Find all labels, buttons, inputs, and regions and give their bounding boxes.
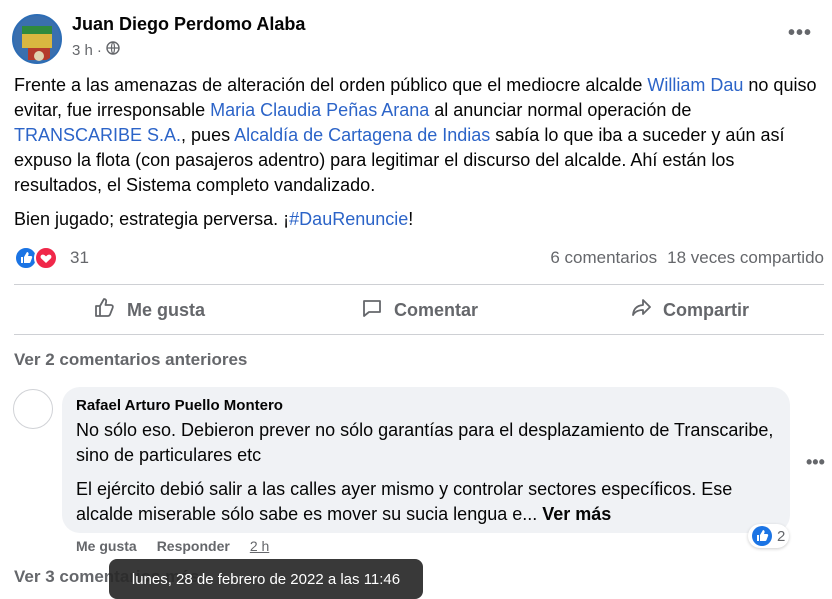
comment-label: Comentar	[393, 299, 478, 320]
view-previous-comments[interactable]: Ver 2 comentarios anteriores	[14, 350, 247, 370]
comment-author[interactable]: Rafael Arturo Puello Montero	[76, 397, 776, 414]
post-paragraph-2: Bien jugado; estrategia perversa. ¡#DauR…	[14, 207, 822, 232]
like-reaction-icon	[752, 526, 772, 546]
post-body: Frente a las amenazas de alteración del …	[14, 73, 822, 241]
comment-more-button[interactable]: •••	[806, 452, 825, 473]
post-text-segment: Frente a las amenazas de alteración del …	[14, 75, 648, 95]
divider	[14, 334, 824, 335]
mention-link[interactable]: Alcaldía de Cartagena de Indias	[234, 125, 490, 145]
comment-bubble: Rafael Arturo Puello Montero No sólo eso…	[62, 387, 790, 533]
post-actions: Me gusta Comentar Compartir	[14, 286, 824, 334]
mention-link[interactable]: William Dau	[647, 75, 743, 95]
post-meta: 3 h ·	[72, 41, 120, 59]
comment-icon	[360, 296, 384, 325]
post-text-segment: !	[408, 209, 414, 229]
comment-reactions[interactable]: 2	[748, 524, 790, 548]
post-time[interactable]: 3 h	[72, 42, 93, 59]
share-icon	[629, 296, 653, 325]
post-text-segment: al anunciar normal operación de	[429, 100, 692, 120]
post-header: Juan Diego Perdomo Alaba 3 h · •••	[12, 12, 824, 64]
timestamp-tooltip: lunes, 28 de febrero de 2022 a las 11:46	[109, 559, 423, 599]
comment-paragraph-2: El ejército debió salir a las calles aye…	[76, 477, 776, 527]
post-text-segment: Bien jugado; estrategia perversa. ¡	[14, 209, 290, 229]
share-button[interactable]: Compartir	[554, 286, 824, 334]
like-button[interactable]: Me gusta	[14, 286, 284, 334]
mention-link[interactable]: Maria Claudia Peñas Arana	[210, 100, 429, 120]
reaction-count[interactable]: 31	[70, 248, 89, 268]
comment-text-segment: El ejército debió salir a las calles aye…	[76, 479, 733, 524]
shares-count[interactable]: 18 veces compartido	[667, 248, 824, 268]
hashtag-link[interactable]: #DauRenuncie	[289, 209, 408, 229]
commenter-avatar[interactable]	[13, 389, 53, 429]
comment-paragraph-1: No sólo eso. Debieron prever no sólo gar…	[76, 420, 774, 465]
post-more-button[interactable]: •••	[788, 22, 812, 45]
reactions-row: 31 6 comentarios 18 veces compartido	[14, 245, 824, 271]
comment-like-button[interactable]: Me gusta	[76, 538, 137, 554]
like-icon	[93, 296, 117, 325]
reaction-icons[interactable]	[14, 246, 64, 270]
author-avatar[interactable]	[12, 14, 62, 64]
mention-link[interactable]: TRANSCARIBE S.A.	[14, 125, 181, 145]
post-text-segment: , pues	[181, 125, 235, 145]
comment-reaction-count: 2	[777, 527, 786, 545]
globe-icon	[106, 41, 120, 59]
see-more-link[interactable]: Ver más	[542, 504, 611, 524]
like-label: Me gusta	[126, 299, 205, 320]
comment-time[interactable]: 2 h	[250, 538, 269, 554]
share-label: Compartir	[662, 299, 749, 320]
post-paragraph-1: Frente a las amenazas de alteración del …	[14, 73, 822, 198]
divider	[14, 284, 824, 285]
meta-separator: ·	[96, 41, 102, 59]
comments-count[interactable]: 6 comentarios	[550, 248, 657, 268]
engagement-counts: 6 comentarios 18 veces compartido	[550, 248, 824, 268]
post-author[interactable]: Juan Diego Perdomo Alaba	[72, 14, 305, 35]
comment-button[interactable]: Comentar	[284, 286, 554, 334]
love-reaction-icon	[34, 246, 58, 270]
comment-reply-button[interactable]: Responder	[157, 538, 230, 554]
comment-text: No sólo eso. Debieron prever no sólo gar…	[76, 418, 776, 527]
comment-actions: Me gusta Responder 2 h	[76, 538, 269, 554]
